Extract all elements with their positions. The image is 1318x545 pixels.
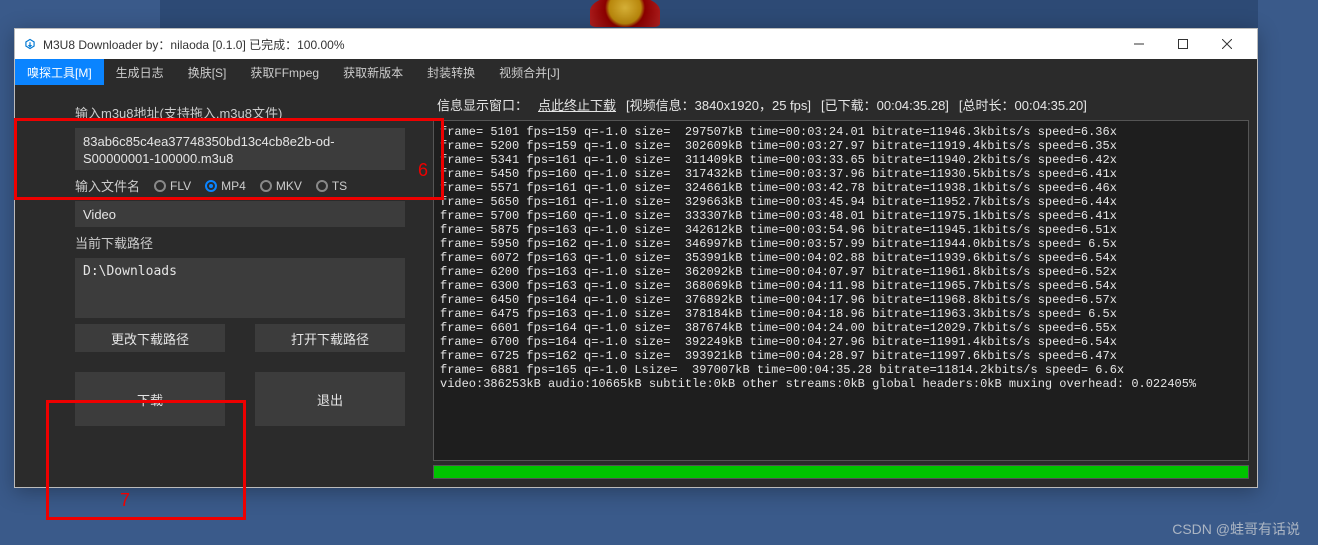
window-controls xyxy=(1117,30,1249,58)
radio-mp4[interactable]: MP4 xyxy=(205,179,246,193)
path-display: D:\Downloads xyxy=(75,258,405,318)
url-label: 输入m3u8地址(支持拖入.m3u8文件) xyxy=(75,103,415,122)
menu-skin[interactable]: 换肤[S] xyxy=(176,59,239,85)
menu-remux[interactable]: 封装转换 xyxy=(415,59,487,85)
minimize-button[interactable] xyxy=(1117,30,1161,58)
background-emblem xyxy=(590,0,660,27)
menu-log[interactable]: 生成日志 xyxy=(104,59,176,85)
progress-bar xyxy=(433,465,1249,479)
maximize-button[interactable] xyxy=(1161,30,1205,58)
url-input[interactable] xyxy=(75,128,405,170)
menubar: 嗅探工具[M] 生成日志 换肤[S] 获取FFmpeg 获取新版本 封装转换 视… xyxy=(15,59,1257,85)
exit-button[interactable]: 退出 xyxy=(255,372,405,426)
body-area: 输入m3u8地址(支持拖入.m3u8文件) 输入文件名 FLV MP4 MKV … xyxy=(15,85,1257,487)
path-label: 当前下载路径 xyxy=(75,233,415,252)
format-row: 输入文件名 FLV MP4 MKV TS xyxy=(75,176,415,195)
background-banner xyxy=(160,0,1258,28)
stop-link[interactable]: 点此终止下载 xyxy=(538,95,616,114)
info-line: 信息显示窗口： 点此终止下载 [视频信息：3840x1920，25 fps] [… xyxy=(433,93,1249,116)
download-button[interactable]: 下载 xyxy=(75,372,225,426)
menu-merge[interactable]: 视频合并[J] xyxy=(487,59,572,85)
right-panel: 信息显示窗口： 点此终止下载 [视频信息：3840x1920，25 fps] [… xyxy=(433,93,1249,479)
watermark: CSDN @蛙哥有话说 xyxy=(1172,519,1300,539)
open-path-button[interactable]: 打开下载路径 xyxy=(255,324,405,352)
menu-sniff[interactable]: 嗅探工具[M] xyxy=(15,59,104,85)
titlebar: M3U8 Downloader by：nilaoda [0.1.0] 已完成：1… xyxy=(15,29,1257,59)
info-label: 信息显示窗口： xyxy=(437,95,528,114)
app-icon xyxy=(23,37,37,51)
change-path-button[interactable]: 更改下载路径 xyxy=(75,324,225,352)
total-time: [总时长：00:04:35.20] xyxy=(959,95,1087,114)
downloaded-time: [已下载：00:04:35.28] xyxy=(821,95,949,114)
radio-ts[interactable]: TS xyxy=(316,179,347,193)
filename-label: 输入文件名 xyxy=(75,176,140,195)
video-info: [视频信息：3840x1920，25 fps] xyxy=(626,95,811,114)
menu-update[interactable]: 获取新版本 xyxy=(331,59,415,85)
window-title: M3U8 Downloader by：nilaoda [0.1.0] 已完成：1… xyxy=(43,36,345,53)
left-panel: 输入m3u8地址(支持拖入.m3u8文件) 输入文件名 FLV MP4 MKV … xyxy=(15,93,425,479)
close-button[interactable] xyxy=(1205,30,1249,58)
radio-mkv[interactable]: MKV xyxy=(260,179,302,193)
app-window: M3U8 Downloader by：nilaoda [0.1.0] 已完成：1… xyxy=(14,28,1258,488)
radio-flv[interactable]: FLV xyxy=(154,179,191,193)
progress-fill xyxy=(434,466,1248,478)
filename-input[interactable] xyxy=(75,201,405,227)
menu-ffmpeg[interactable]: 获取FFmpeg xyxy=(238,59,331,85)
annotation-num-7: 7 xyxy=(120,490,130,511)
console-output: frame= 5101 fps=159 q=-1.0 size= 297507k… xyxy=(433,120,1249,461)
